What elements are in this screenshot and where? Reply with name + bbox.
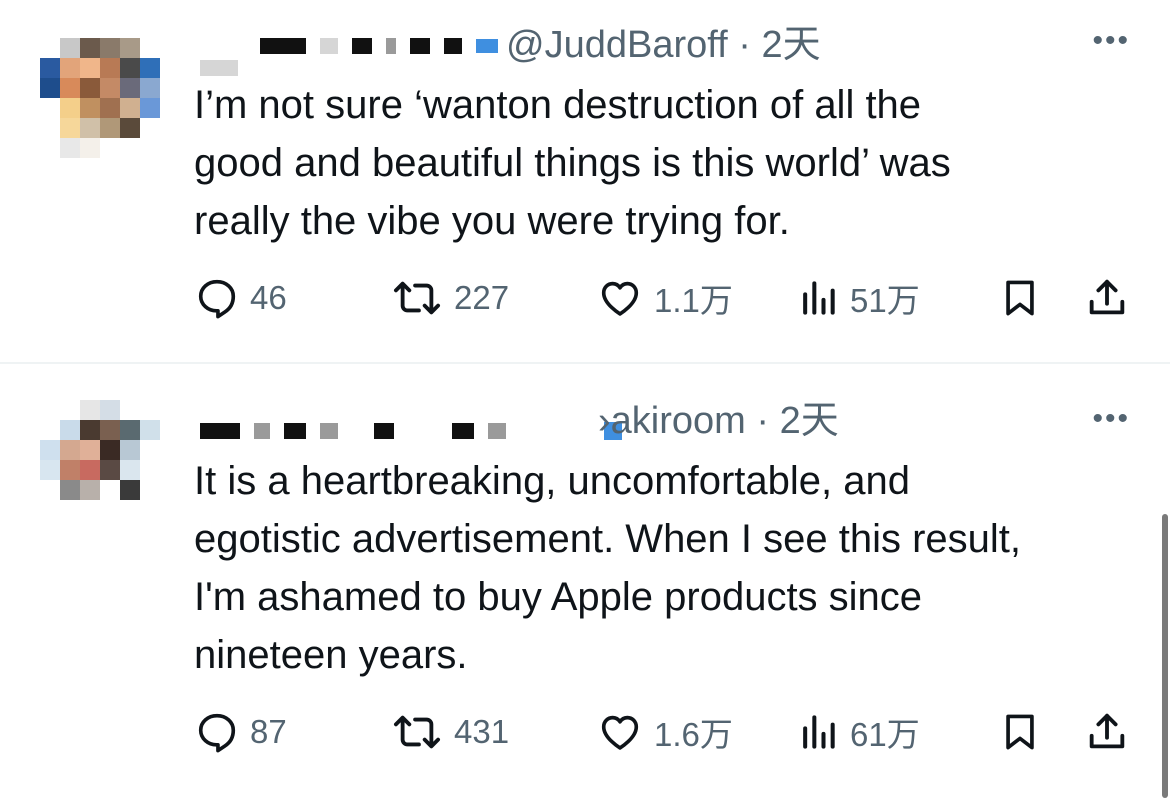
- views-icon: [803, 715, 835, 749]
- avatar[interactable]: [40, 400, 180, 528]
- views-count: 61万: [850, 716, 920, 753]
- retweet-count: 431: [454, 713, 510, 750]
- retweet-icon: [394, 715, 441, 749]
- tweet-text: It is a heartbreaking, uncomfortable, an…: [194, 459, 1022, 677]
- action-bar: 46 227 1.1万 51万: [194, 275, 1134, 321]
- tweet-meta[interactable]: @JuddBaroff · 2天: [506, 26, 821, 64]
- retweet-button[interactable]: 431: [390, 709, 509, 755]
- reply-button[interactable]: 46: [194, 275, 287, 321]
- redacted-display-name-line2: [200, 60, 238, 76]
- reply-button[interactable]: 87: [194, 709, 287, 755]
- timestamp[interactable]: 2天: [761, 24, 820, 66]
- user-handle[interactable]: @JuddBaroff: [506, 24, 728, 66]
- share-button[interactable]: [1084, 275, 1130, 321]
- views-button[interactable]: 61万: [796, 709, 920, 755]
- tweet-meta[interactable]: ›akiroom · 2天: [598, 402, 839, 440]
- retweet-icon: [394, 281, 441, 315]
- more-options-button[interactable]: •••: [1092, 404, 1130, 434]
- redacted-display-name: [200, 422, 622, 440]
- reply-count: 87: [250, 713, 287, 750]
- retweet-count: 227: [454, 279, 510, 316]
- redacted-display-name: [260, 38, 498, 54]
- tweet-card[interactable]: ›akiroom · 2天 ••• It is a heartbreaking,…: [0, 364, 1170, 798]
- verified-badge-icon: [476, 39, 498, 53]
- views-button[interactable]: 51万: [796, 275, 920, 321]
- share-icon: [1089, 713, 1125, 749]
- heart-icon: [601, 281, 639, 316]
- like-count: 1.1万: [654, 282, 733, 319]
- bookmark-icon: [1006, 714, 1034, 750]
- views-icon: [803, 281, 835, 315]
- like-button[interactable]: 1.1万: [596, 275, 733, 321]
- separator: ·: [727, 24, 762, 66]
- like-count: 1.6万: [654, 716, 733, 753]
- reply-icon: [198, 279, 236, 319]
- reply-icon: [198, 713, 236, 753]
- action-bar: 87 431 1.6万 61万: [194, 709, 1134, 755]
- user-handle[interactable]: ›akiroom: [598, 400, 746, 442]
- bookmark-button[interactable]: [998, 275, 1042, 321]
- tweet-text: I’m not sure ‘wanton destruction of all …: [194, 83, 951, 243]
- scrollbar[interactable]: [1162, 514, 1168, 798]
- timestamp[interactable]: 2天: [780, 400, 839, 442]
- views-count: 51万: [850, 282, 920, 319]
- share-icon: [1089, 279, 1125, 315]
- tweet-card[interactable]: @JuddBaroff · 2天 ••• I’m not sure ‘wanto…: [0, 0, 1170, 362]
- bookmark-button[interactable]: [998, 709, 1042, 755]
- retweet-button[interactable]: 227: [390, 275, 509, 321]
- avatar[interactable]: [40, 38, 180, 166]
- reply-count: 46: [250, 279, 287, 316]
- like-button[interactable]: 1.6万: [596, 709, 733, 755]
- bookmark-icon: [1006, 280, 1034, 316]
- separator: ·: [745, 400, 780, 442]
- more-options-button[interactable]: •••: [1092, 26, 1130, 56]
- heart-icon: [601, 715, 639, 750]
- share-button[interactable]: [1084, 709, 1130, 755]
